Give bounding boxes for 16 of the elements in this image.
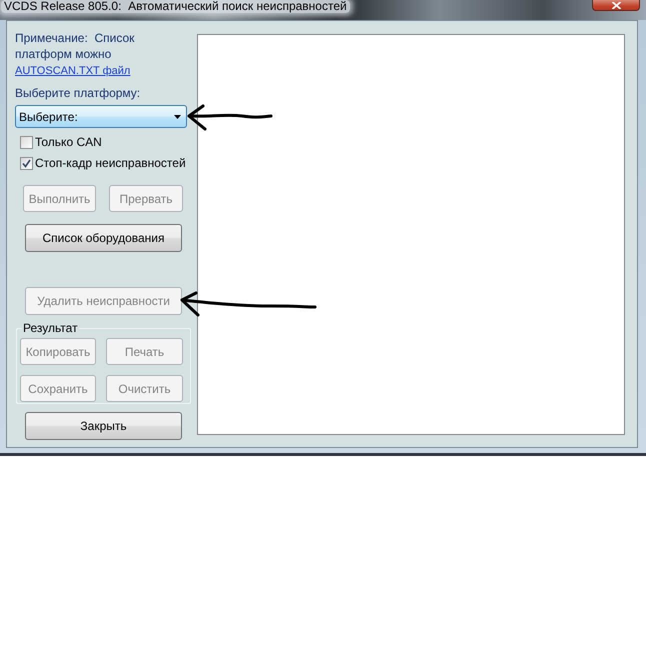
window-title: VCDS Release 805.0: Автоматический поиск неисправностей — [1, 0, 350, 13]
note-text: Примечание: Список платформ можно — [15, 30, 136, 62]
checkbox[interactable] — [20, 156, 33, 170]
close-window-button[interactable] — [592, 0, 640, 11]
close-icon — [612, 2, 620, 8]
checkmark-icon — [22, 158, 31, 168]
close-button[interactable]: Закрыть — [25, 412, 182, 440]
group-title: Результат — [22, 322, 79, 335]
equipment-list-button[interactable]: Список оборудования — [25, 224, 182, 252]
checkbox-label[interactable]: Стоп-кадр неисправностей — [35, 155, 186, 171]
platform-dropdown[interactable]: Выберите: — [15, 105, 187, 128]
caret-icon — [174, 114, 181, 118]
checkbox[interactable] — [20, 136, 33, 148]
platform-label: Выберите платформу: — [15, 85, 140, 101]
checkbox-label[interactable]: Только CAN — [35, 134, 102, 150]
autoscan-link[interactable]: AUTOSCAN.TXT файл — [15, 63, 130, 79]
